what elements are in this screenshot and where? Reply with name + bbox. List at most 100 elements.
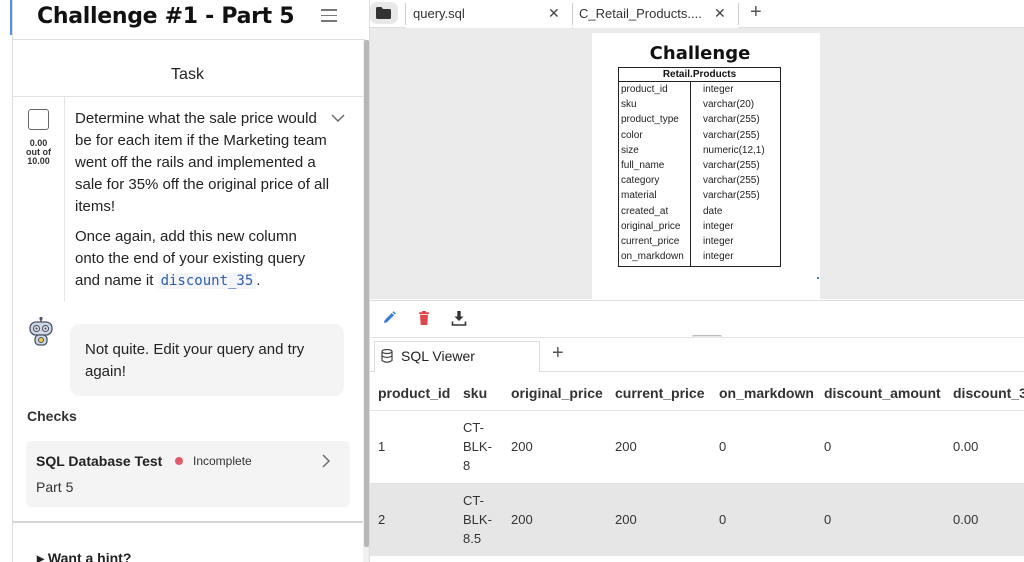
- menu-icon[interactable]: [321, 9, 337, 25]
- status-dot-icon: [175, 457, 183, 465]
- schema-column-name: current_price: [621, 235, 680, 247]
- robot-avatar-icon: [29, 316, 53, 346]
- schema-column-type: varchar(255): [703, 175, 760, 187]
- task-text-segment: .: [256, 272, 261, 289]
- table-cell: 200: [511, 512, 533, 527]
- schema-column-type: varchar(255): [703, 114, 760, 126]
- table-cell: 0: [824, 439, 832, 454]
- schema-row: color varchar(255): [619, 128, 780, 143]
- image-marker: [817, 277, 819, 279]
- schema-column-name: created_at: [621, 205, 669, 217]
- schema-column-name: material: [621, 190, 657, 202]
- schema-column-name: product_id: [621, 84, 668, 95]
- tab-retail-products[interactable]: C_Retail_Products.... ✕: [573, 0, 738, 28]
- diagram-title: Challenge: [649, 43, 751, 64]
- schema-row: created_at date: [619, 204, 780, 219]
- close-icon[interactable]: ✕: [714, 5, 726, 22]
- status-badge: Incomplete: [193, 454, 252, 468]
- table-cell: 0.00: [953, 439, 979, 454]
- task-description: Determine what the sale price would be f…: [75, 108, 330, 300]
- schema-column-type: varchar(255): [703, 129, 760, 141]
- close-icon[interactable]: ✕: [548, 5, 560, 22]
- column-header[interactable]: product_id: [378, 385, 450, 401]
- schema-row: product_type varchar(255): [619, 112, 780, 127]
- tab-label: C_Retail_Products....: [579, 6, 702, 21]
- tab-label: SQL Viewer: [401, 348, 475, 364]
- table-cell: 2: [378, 512, 386, 527]
- task-score: 0.00 out of 10.00: [22, 139, 55, 166]
- download-icon[interactable]: [451, 310, 467, 326]
- check-item[interactable]: SQL Database Test Incomplete Part 5: [26, 441, 350, 507]
- task-paragraph: Once again, add this new column onto the…: [75, 226, 330, 292]
- column-header[interactable]: discount_3: [953, 385, 1024, 401]
- table-cell: 200: [615, 512, 637, 527]
- column-header[interactable]: current_price: [615, 385, 704, 401]
- column-header[interactable]: discount_amount: [824, 385, 941, 401]
- schema-column-name: full_name: [621, 159, 665, 171]
- table-cell-sku: CT- BLK- 8: [463, 420, 492, 473]
- schema-row: full_name varchar(255): [619, 158, 780, 173]
- check-part: Part 5: [36, 479, 74, 495]
- tab-query-sql[interactable]: query.sql ✕: [406, 0, 572, 28]
- table-cell: 0: [824, 512, 832, 527]
- app-root: Challenge #1 - Part 5 Task 0.00 out of 1…: [0, 0, 1024, 562]
- folder-icon: [376, 7, 391, 19]
- schema-row: category varchar(255): [619, 173, 780, 188]
- divider: [12, 521, 363, 523]
- scrollbar-thumb[interactable]: [364, 40, 369, 547]
- schema-row: on_markdown integer: [619, 249, 780, 264]
- table-cell: 200: [615, 439, 637, 454]
- column-header[interactable]: sku: [463, 385, 487, 401]
- column-header[interactable]: original_price: [511, 385, 603, 401]
- divider: [64, 97, 65, 302]
- feedback-message: Not quite. Edit your query and try again…: [70, 324, 344, 396]
- delete-icon[interactable]: [416, 310, 432, 326]
- schema-column-type: date: [703, 205, 723, 217]
- schema-rows: product_id integer sku varchar(20) product_t…: [619, 82, 780, 264]
- edit-icon[interactable]: [381, 310, 397, 326]
- schema-column-type: integer: [703, 84, 734, 95]
- table-cell: 0.00: [953, 512, 979, 527]
- schema-column-type: integer: [703, 251, 734, 263]
- add-tab-icon[interactable]: +: [552, 342, 564, 365]
- editor-toolbar: [370, 300, 1024, 338]
- schema-row: material varchar(255): [619, 188, 780, 203]
- schema-row: size numeric(12,1): [619, 143, 780, 158]
- schema-row: product_id integer: [619, 82, 780, 97]
- table-cell-sku: CT- BLK- 8.5: [463, 493, 492, 546]
- schema-row: original_price integer: [619, 219, 780, 234]
- divider: [12, 39, 365, 40]
- schema-table: Retail.Products product_id integer sku varc…: [618, 67, 781, 267]
- schema-column-type: varchar(20): [703, 99, 755, 111]
- schema-column-name: product_type: [621, 114, 679, 126]
- schema-column-name: sku: [621, 99, 637, 111]
- task-heading: Task: [171, 66, 204, 83]
- panel-border: [12, 0, 13, 562]
- checks-heading: Checks: [27, 408, 77, 424]
- column-header[interactable]: on_markdown: [719, 385, 814, 401]
- folder-button[interactable]: [370, 2, 398, 24]
- tab-divider: [738, 3, 739, 25]
- task-complete-checkbox[interactable]: [28, 109, 49, 130]
- challenge-panel: Challenge #1 - Part 5 Task 0.00 out of 1…: [0, 0, 370, 562]
- add-tab-icon[interactable]: +: [750, 1, 762, 24]
- hint-toggle[interactable]: ▸ Want a hint?: [37, 550, 131, 562]
- inline-code: discount_35: [157, 273, 257, 289]
- check-name: SQL Database Test: [36, 453, 163, 469]
- schema-column-name: category: [621, 175, 660, 187]
- schema-column-type: numeric(12,1): [703, 144, 765, 156]
- tab-label: query.sql: [413, 6, 465, 21]
- schema-row: sku varchar(20): [619, 97, 780, 112]
- schema-column-type: varchar(255): [703, 190, 760, 202]
- page-title: Challenge #1 - Part 5: [37, 4, 295, 29]
- score-max: 10.00: [27, 156, 50, 166]
- table-cell: 0: [719, 439, 727, 454]
- schema-column-type: integer: [703, 220, 734, 232]
- schema-column-name: color: [621, 129, 643, 141]
- database-icon: [381, 349, 393, 363]
- schema-table-name: Retail.Products: [619, 68, 780, 82]
- schema-column-type: integer: [703, 235, 734, 247]
- schema-column-name: original_price: [621, 220, 681, 232]
- chevron-down-icon[interactable]: [330, 110, 346, 126]
- table-cell: 0: [719, 512, 727, 527]
